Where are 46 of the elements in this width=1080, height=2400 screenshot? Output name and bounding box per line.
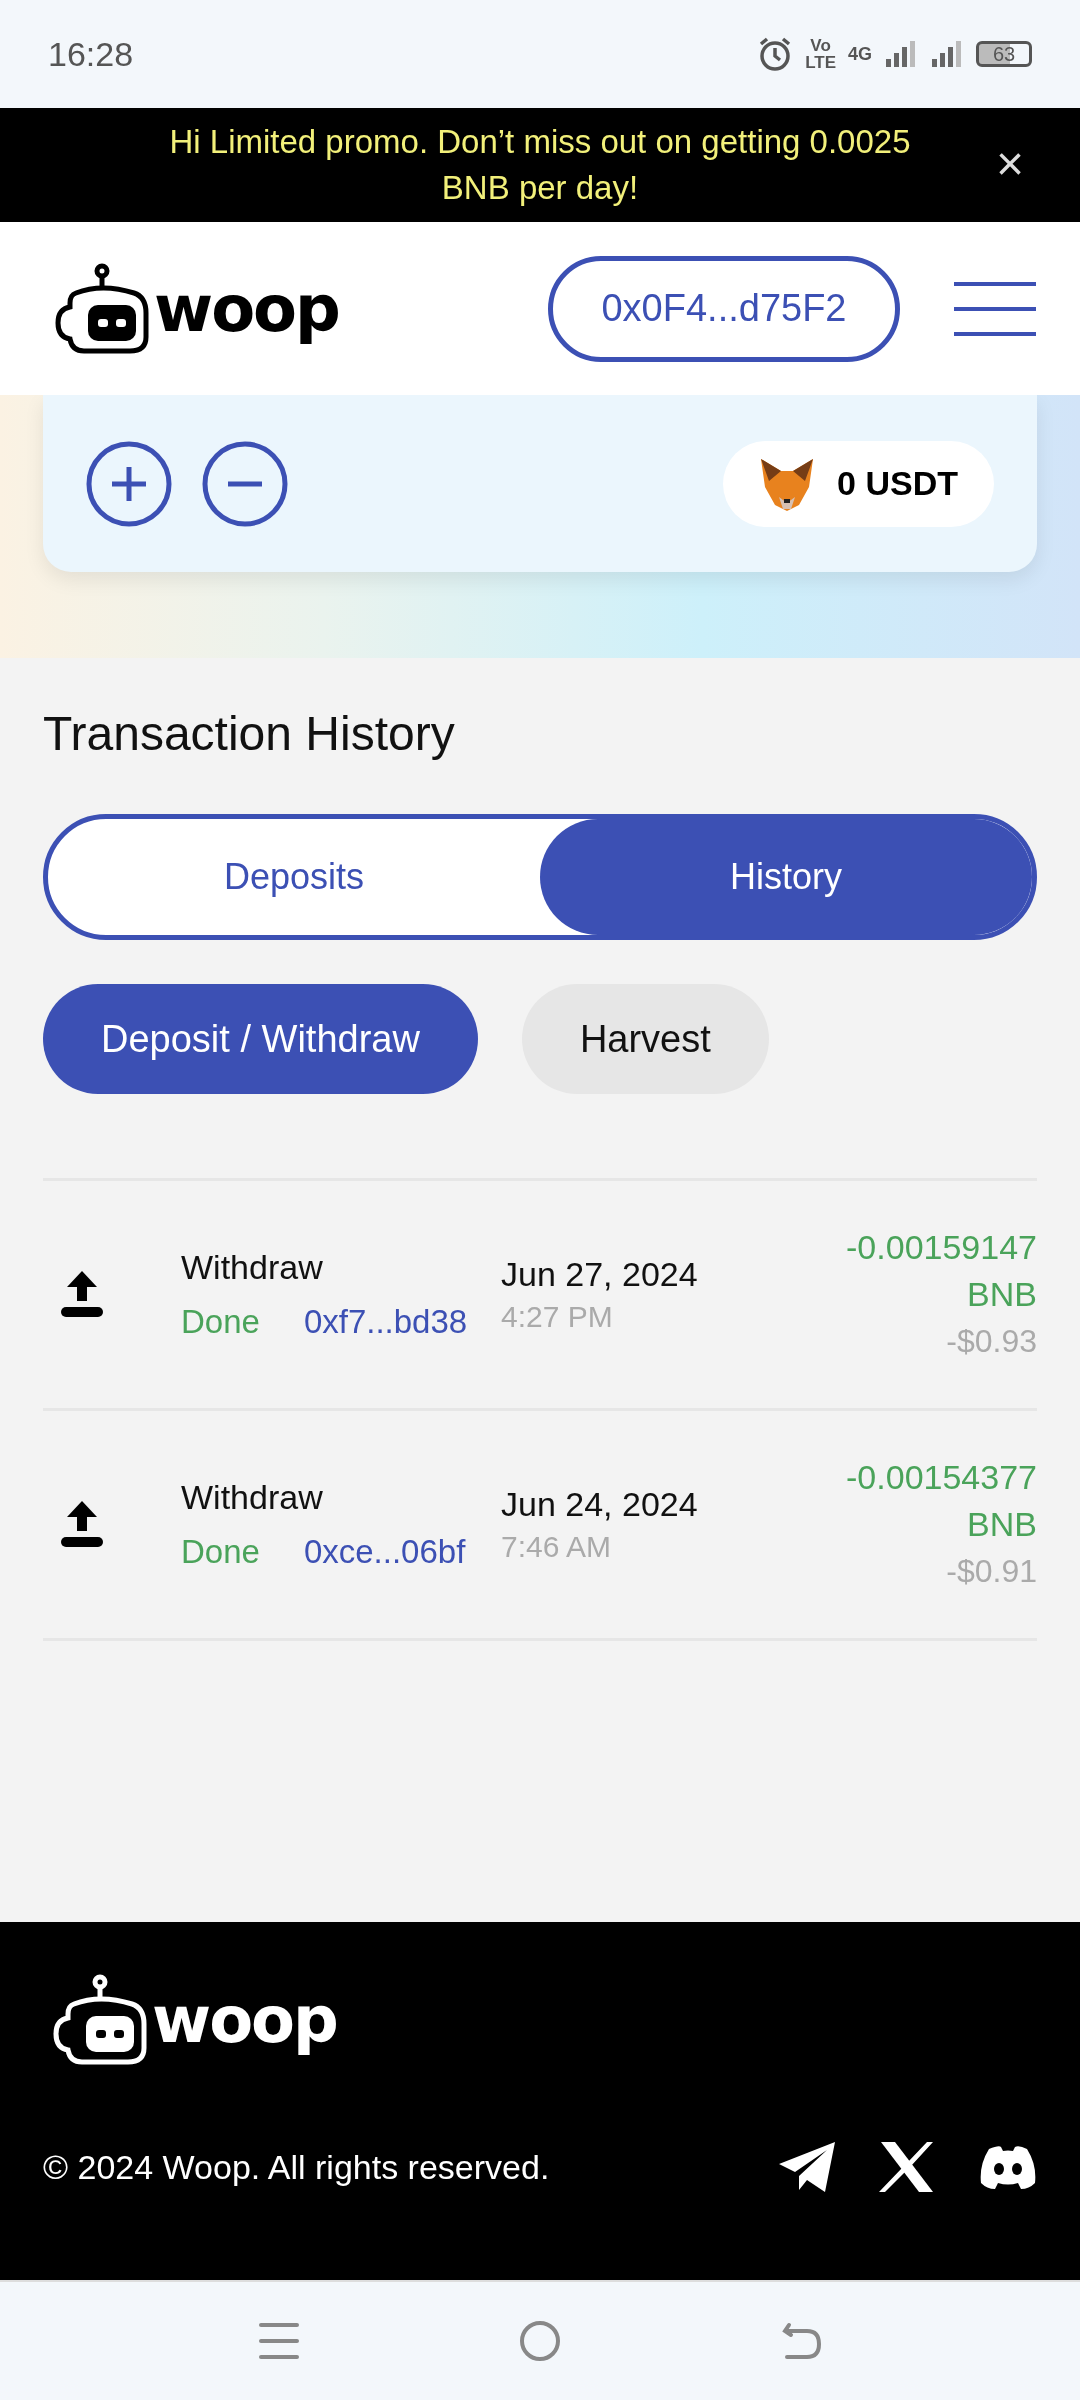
plus-button[interactable] xyxy=(86,440,172,527)
wallet-address-button[interactable]: 0x0F4...d75F2 xyxy=(548,255,900,362)
filter-chip[interactable]: Deposit / Withdraw xyxy=(43,984,478,1094)
amount-value: -0.00159147 xyxy=(846,1227,1037,1268)
menu-icon[interactable] xyxy=(954,281,1036,336)
back-icon[interactable] xyxy=(781,2321,821,2361)
game-controller-icon[interactable] xyxy=(979,2145,1037,2189)
amount-value: -0.00154377 xyxy=(846,1457,1037,1498)
transaction-date: Jun 24, 2024 xyxy=(501,1485,698,1524)
clock-time: 16:28 xyxy=(48,34,134,74)
signal-icon xyxy=(884,39,918,69)
transaction-time: 4:27 PM xyxy=(501,1300,614,1334)
transaction-time: 7:46 AM xyxy=(501,1530,613,1564)
section-title: Transaction History xyxy=(43,706,456,762)
home-icon[interactable] xyxy=(519,2320,561,2362)
transaction-date: Jun 27, 2024 xyxy=(501,1255,698,1294)
transaction-hash-link[interactable]: 0xce...06bf xyxy=(303,1533,466,1571)
robot-logo-icon xyxy=(54,262,150,355)
transaction-type: Withdraw xyxy=(181,1248,324,1287)
usd-value: -$0.93 xyxy=(946,1322,1037,1361)
paper-plane-icon[interactable] xyxy=(779,2142,835,2192)
tab[interactable]: History xyxy=(540,819,1032,935)
x-logo-icon[interactable] xyxy=(879,2142,935,2192)
logo-wordmark: woop xyxy=(152,1983,337,2057)
transaction-hash-link[interactable]: 0xf7...bd38 xyxy=(303,1303,468,1341)
volte-label: LTE xyxy=(805,54,836,71)
network-type-label: 4G xyxy=(848,43,872,65)
close-button[interactable]: × xyxy=(995,144,1024,184)
balance-amount: 0 USDT xyxy=(837,464,958,503)
transaction-type: Withdraw xyxy=(181,1478,324,1517)
copyright-text: © 2024 Woop. All rights reserved. xyxy=(43,2147,550,2187)
volte-label: Vo xyxy=(810,37,831,54)
amount-unit: BNB xyxy=(967,1274,1037,1315)
robot-logo-icon xyxy=(52,1974,148,2066)
status-label: Done xyxy=(181,1303,260,1341)
logo-wordmark: woop xyxy=(154,271,339,346)
status-label: Done xyxy=(181,1533,260,1571)
filter-chip[interactable]: Harvest xyxy=(521,984,769,1094)
promo-message: Hi Limited promo. Don’t miss out on getting 0.0025 BNB per day! xyxy=(168,122,912,208)
minus-button[interactable] xyxy=(202,440,288,527)
fox-icon xyxy=(759,456,816,511)
usd-value: -$0.91 xyxy=(946,1552,1037,1591)
signal-icon xyxy=(930,39,964,69)
amount-unit: BNB xyxy=(967,1504,1037,1545)
menu-icon[interactable] xyxy=(259,2321,299,2361)
tab[interactable]: Deposits xyxy=(48,819,540,935)
